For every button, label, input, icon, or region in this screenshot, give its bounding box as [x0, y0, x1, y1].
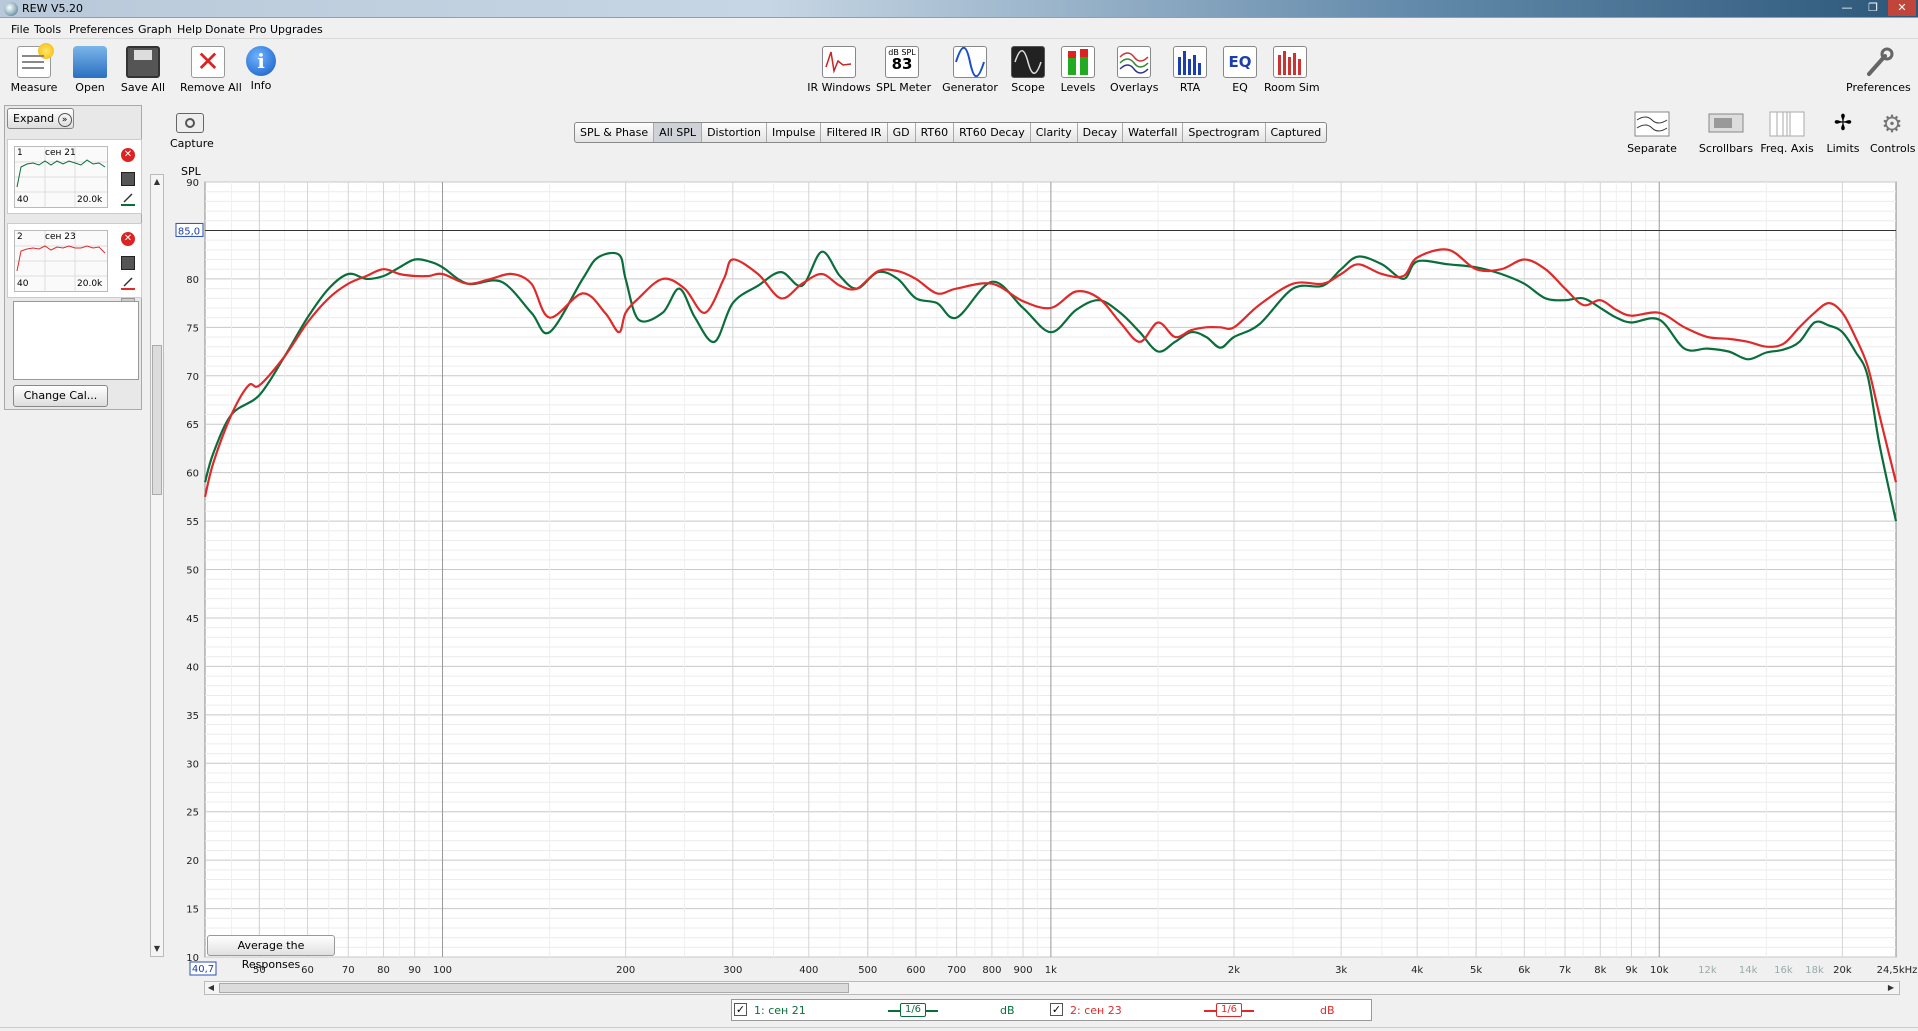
x-tick-label: 100	[433, 965, 452, 976]
legend-checkbox-2[interactable]: ✓	[1050, 1003, 1063, 1016]
x-tick-label: 300	[723, 965, 742, 976]
x-tick-label: 1k	[1045, 965, 1057, 976]
x-tick-label: 8k	[1594, 965, 1606, 976]
x-tick-label: 16k	[1774, 965, 1793, 976]
y-axis-label: SPL	[181, 165, 202, 178]
x-tick-label: 800	[982, 965, 1001, 976]
scroll-left-icon[interactable]: ◀	[205, 982, 217, 994]
y-tick-label: 15	[186, 905, 199, 916]
smoothing-badge-2[interactable]: 1/6	[1216, 1003, 1242, 1017]
y-tick-label: 45	[186, 614, 199, 625]
legend-label-2: 2: сен 23	[1070, 1004, 1122, 1017]
smoothing-badge-1[interactable]: 1/6	[900, 1003, 926, 1017]
y-tick-label: 30	[186, 759, 199, 770]
x-tick-label: 14k	[1739, 965, 1758, 976]
x-tick-label: 80	[377, 965, 390, 976]
y-tick-label: 40	[186, 662, 199, 673]
legend-unit-1: dB	[1000, 1004, 1015, 1017]
x-unit-label: 24,5kHz	[1877, 965, 1918, 976]
x-tick-label: 4k	[1411, 965, 1423, 976]
legend-label-1: 1: сен 21	[754, 1004, 806, 1017]
y-tick-label: 70	[186, 372, 199, 383]
graph-legend: ✓ 1: сен 21 1/6 dB ✓ 2: сен 23 1/6 dB	[731, 999, 1372, 1021]
spl-graph[interactable]: 1015202530354045505560657075808590SPL506…	[0, 0, 1918, 1000]
x-cursor-label: 40,7	[192, 964, 214, 975]
status-bar	[0, 1027, 1918, 1028]
x-tick-label: 500	[858, 965, 877, 976]
x-tick-label: 6k	[1518, 965, 1530, 976]
x-tick-label: 90	[408, 965, 421, 976]
x-tick-label: 200	[616, 965, 635, 976]
x-tick-label: 20k	[1833, 965, 1852, 976]
y-cursor-label: 85,0	[178, 226, 200, 237]
x-tick-label: 7k	[1559, 965, 1571, 976]
x-tick-label: 60	[301, 965, 314, 976]
y-tick-label: 35	[186, 711, 199, 722]
y-tick-label: 25	[186, 808, 199, 819]
x-tick-label: 10k	[1650, 965, 1669, 976]
x-tick-label: 700	[947, 965, 966, 976]
legend-unit-2: dB	[1320, 1004, 1335, 1017]
x-tick-label: 900	[1013, 965, 1032, 976]
x-tick-label: 5k	[1470, 965, 1482, 976]
horizontal-scrollbar[interactable]: ◀ ▶	[204, 981, 1900, 995]
average-responses-button[interactable]: Average the Responses	[207, 935, 335, 971]
x-tick-label: 3k	[1335, 965, 1347, 976]
x-tick-label: 12k	[1698, 965, 1717, 976]
y-tick-label: 65	[186, 420, 199, 431]
scroll-right-icon[interactable]: ▶	[1885, 982, 1897, 994]
x-tick-label: 400	[799, 965, 818, 976]
y-tick-label: 55	[186, 517, 199, 528]
y-tick-label: 90	[186, 178, 199, 189]
y-tick-label: 20	[186, 856, 199, 867]
x-tick-label: 600	[906, 965, 925, 976]
x-tick-label: 9k	[1625, 965, 1637, 976]
x-tick-label: 2k	[1228, 965, 1240, 976]
scrollbar-thumb[interactable]	[219, 983, 849, 993]
y-tick-label: 50	[186, 566, 199, 577]
x-tick-label: 18k	[1805, 965, 1824, 976]
y-tick-label: 80	[186, 275, 199, 286]
y-tick-label: 60	[186, 469, 199, 480]
x-tick-label: 70	[342, 965, 355, 976]
legend-checkbox-1[interactable]: ✓	[734, 1003, 747, 1016]
y-tick-label: 75	[186, 323, 199, 334]
